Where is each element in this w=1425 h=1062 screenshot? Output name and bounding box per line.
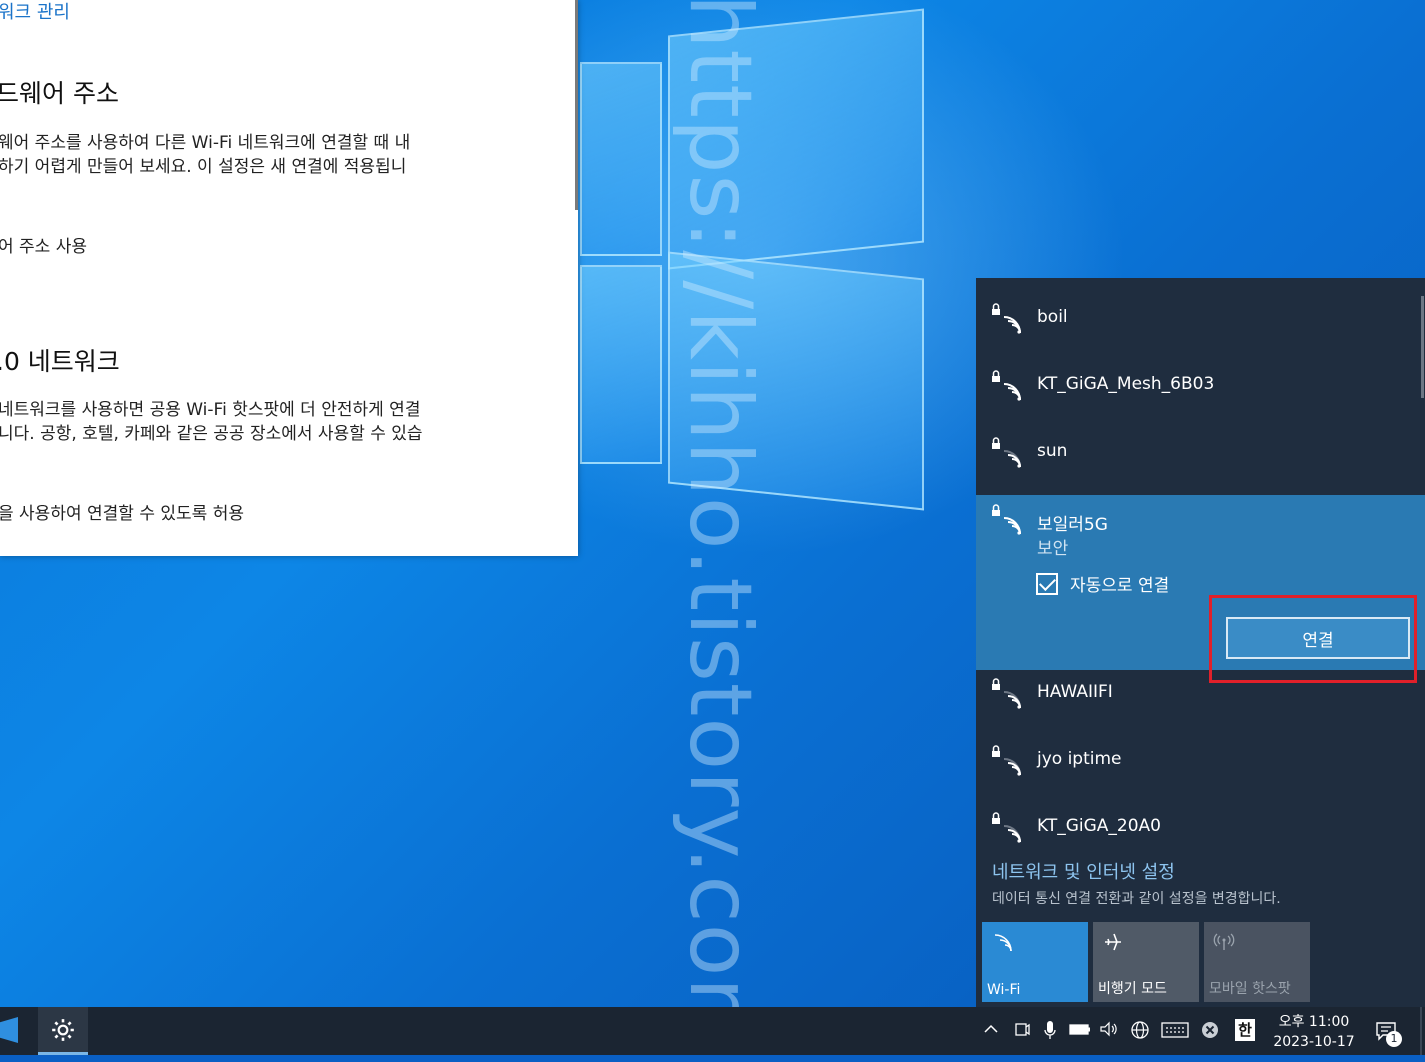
globe-network-icon[interactable] xyxy=(1129,1019,1151,1041)
secured-wifi-icon xyxy=(992,745,1021,776)
clock-date: 2023-10-17 xyxy=(1273,1034,1355,1050)
close-circle-icon[interactable] xyxy=(1199,1019,1221,1041)
network-name: HAWAIIFI xyxy=(1037,682,1113,702)
gear-icon xyxy=(52,1019,74,1041)
network-name: KT_GiGA_20A0 xyxy=(1037,816,1161,836)
auto-connect-checkbox[interactable]: 자동으로 연결 xyxy=(1036,571,1169,596)
settings-scrollbar[interactable] xyxy=(575,0,578,210)
secured-wifi-icon xyxy=(992,437,1021,468)
hotspot-icon xyxy=(1213,933,1235,950)
auto-connect-label: 자동으로 연결 xyxy=(1070,576,1170,596)
network-item[interactable]: KT_GiGA_20A0 xyxy=(976,795,1425,862)
network-item[interactable]: boil xyxy=(976,286,1425,353)
clock-time: 오후 11:00 xyxy=(1278,1014,1350,1030)
desc-line: 네트워크를 사용하면 공용 Wi-Fi 핫스팟에 더 안전하게 연결 xyxy=(0,400,421,420)
hotspot-network-desc: 네트워크를 사용하면 공용 Wi-Fi 핫스팟에 더 안전하게 연결 니다. 공… xyxy=(0,398,468,446)
network-name: sun xyxy=(1037,441,1068,461)
speaker-icon[interactable] xyxy=(1098,1019,1120,1039)
quick-action-label: 비행기 모드 xyxy=(1098,981,1167,997)
battery-icon[interactable] xyxy=(1068,1019,1092,1039)
network-settings-description: 데이터 통신 연결 전환과 같이 설정을 변경합니다. xyxy=(992,891,1281,907)
network-item[interactable]: HAWAIIFI xyxy=(976,661,1425,728)
network-item[interactable]: sun xyxy=(976,420,1425,487)
secured-wifi-icon xyxy=(992,303,1021,334)
desc-line: 웨어 주소를 사용하여 다른 Wi-Fi 네트워크에 연결할 때 내 xyxy=(0,133,411,153)
airplane-icon xyxy=(1105,933,1121,951)
network-name: KT_GiGA_Mesh_6B03 xyxy=(1037,374,1215,394)
desc-line: 하기 어렵게 만들어 보세요. 이 설정은 새 연결에 적용됩니 xyxy=(0,157,407,177)
quick-action-airplane-mode[interactable]: 비행기 모드 xyxy=(1093,922,1199,1002)
hotspot-network-toggle-label[interactable]: 을 사용하여 연결할 수 있도록 허용 xyxy=(0,499,244,524)
network-name: boil xyxy=(1037,307,1068,327)
taskbar-clock[interactable]: 오후 11:00 2023-10-17 xyxy=(1268,1012,1360,1052)
secured-wifi-icon xyxy=(992,504,1021,535)
taskbar: 한 오후 11:00 2023-10-17 1 xyxy=(0,1007,1425,1055)
network-flyout: boil KT_GiGA_Mesh_6B03 sun 보일러5G 보안 자동으로… xyxy=(976,278,1425,1007)
random-hardware-address-desc: 웨어 주소를 사용하여 다른 Wi-Fi 네트워크에 연결할 때 내 하기 어렵… xyxy=(0,131,468,179)
secured-wifi-icon xyxy=(992,678,1021,709)
quick-action-label: Wi-Fi xyxy=(987,982,1021,998)
secured-wifi-icon xyxy=(992,812,1021,843)
random-hardware-address-title: 드웨어 주소 xyxy=(0,79,119,108)
touch-keyboard-icon[interactable] xyxy=(1160,1019,1190,1041)
quick-action-mobile-hotspot: 모바일 핫스팟 xyxy=(1204,922,1310,1002)
hotspot-network-title: .0 네트워크 xyxy=(0,347,120,376)
mail-app-icon[interactable] xyxy=(0,1017,18,1043)
random-hardware-address-toggle-label[interactable]: 어 주소 사용 xyxy=(0,232,87,257)
notification-count-badge: 1 xyxy=(1386,1031,1402,1047)
chevron-up-icon[interactable] xyxy=(983,1019,999,1039)
network-item[interactable]: jyo iptime xyxy=(976,728,1425,795)
action-center-button[interactable]: 1 xyxy=(1372,1017,1402,1047)
settings-window: 워크 관리 드웨어 주소 웨어 주소를 사용하여 다른 Wi-Fi 네트워크에 … xyxy=(0,0,578,556)
desc-line: 니다. 공항, 호텔, 카페와 같은 공공 장소에서 사용할 수 있습 xyxy=(0,424,423,444)
network-name: 보일러5G xyxy=(1037,515,1108,535)
network-internet-settings-link[interactable]: 네트워크 및 인터넷 설정 xyxy=(992,858,1175,884)
quick-action-wifi[interactable]: Wi-Fi xyxy=(982,922,1088,1002)
window-logo-pane xyxy=(580,62,662,256)
network-security-status: 보안 xyxy=(1037,539,1069,559)
network-item[interactable]: KT_GiGA_Mesh_6B03 xyxy=(976,353,1425,420)
window-logo-pane xyxy=(580,265,662,464)
quick-action-label: 모바일 핫스팟 xyxy=(1209,981,1291,997)
window-logo-pane xyxy=(668,251,924,511)
show-desktop-button[interactable] xyxy=(1420,1007,1422,1055)
meet-now-icon[interactable] xyxy=(1013,1019,1031,1039)
wifi-icon xyxy=(994,934,1012,952)
secured-wifi-icon xyxy=(992,370,1021,401)
settings-taskbar-button[interactable] xyxy=(38,1007,88,1055)
microphone-icon[interactable] xyxy=(1042,1019,1058,1041)
checkbox-checked-icon[interactable] xyxy=(1036,572,1058,595)
ime-indicator[interactable]: 한 xyxy=(1235,1019,1255,1041)
window-logo-pane xyxy=(668,8,924,270)
manage-networks-link[interactable]: 워크 관리 xyxy=(0,0,70,24)
network-name: jyo iptime xyxy=(1037,749,1122,769)
